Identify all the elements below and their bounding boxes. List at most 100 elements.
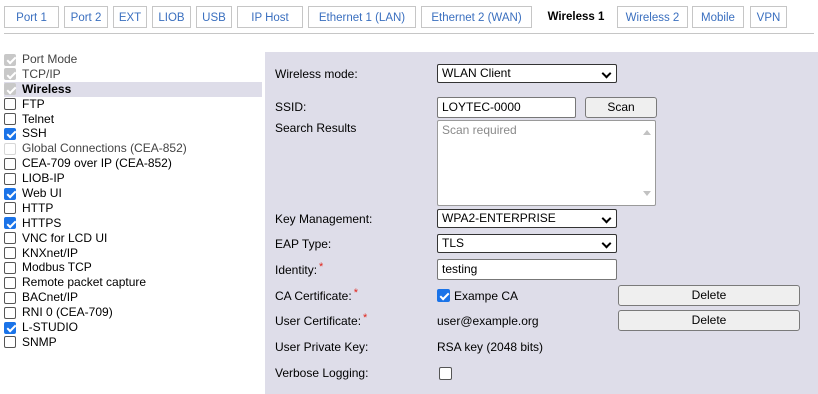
sidebar-item-snmp[interactable]: SNMP [4,335,262,350]
checkbox-cea-709-over-ip[interactable] [4,157,16,170]
required-marker: * [319,261,324,273]
sidebar-item-label: Remote packet capture [22,275,147,290]
chevron-down-icon [601,213,612,224]
sidebar-item-knxnet-ip[interactable]: KNXnet/IP [4,246,262,261]
identity-value: testing [442,262,478,276]
sidebar-item-label: RNI 0 (CEA-709) [22,305,113,320]
checkbox-port-mode[interactable] [4,53,16,66]
wireless-mode-select[interactable]: WLAN Client [437,64,617,83]
tab-ip-host[interactable]: IP Host [237,6,303,28]
identity-input[interactable]: testing [437,259,617,280]
sidebar-item-liob-ip[interactable]: LIOB-IP [4,171,262,186]
sidebar-item-label: CEA-709 over IP (CEA-852) [22,156,172,171]
user-private-key-value: RSA key (2048 bits) [437,340,544,354]
checkbox-modbus-tcp[interactable] [4,261,16,274]
sidebar-item-https[interactable]: HTTPS [4,216,262,231]
sidebar-item-cea-709-over-ip[interactable]: CEA-709 over IP (CEA-852) [4,156,262,171]
wireless-settings-panel: Wireless mode: WLAN Client SSID: LOYTEC-… [265,52,818,394]
sidebar-item-bacnet-ip[interactable]: BACnet/IP [4,290,262,305]
ssid-label: SSID: [275,100,307,114]
required-marker: * [363,312,368,324]
eap-type-value: TLS [442,236,465,250]
user-certificate-delete-button[interactable]: Delete [618,310,800,331]
sidebar-item-l-studio[interactable]: L-STUDIO [4,320,262,335]
sidebar-item-http[interactable]: HTTP [4,201,262,216]
sidebar-item-label: BACnet/IP [22,290,79,305]
sidebar-item-web-ui[interactable]: Web UI [4,186,262,201]
verbose-logging-checkbox[interactable] [439,367,452,380]
search-results-textarea[interactable]: Scan required [437,120,656,206]
user-certificate-value: user@example.org [437,314,539,328]
checkbox-vnc-for-lcd-ui[interactable] [4,232,16,245]
user-private-key-label: User Private Key: [275,340,369,354]
scrollbar[interactable] [638,121,655,205]
checkbox-web-ui[interactable] [4,187,16,200]
tab-ethernet-1-lan[interactable]: Ethernet 1 (LAN) [308,6,416,28]
wireless-mode-value: WLAN Client [442,66,511,80]
checkbox-ftp[interactable] [4,98,16,111]
sidebar-item-vnc-for-lcd-ui[interactable]: VNC for LCD UI [4,231,262,246]
sidebar-item-wireless[interactable]: Wireless [4,81,262,97]
eap-type-select[interactable]: TLS [437,234,617,253]
checkbox-global-connections[interactable] [4,142,16,155]
sidebar-item-telnet[interactable]: Telnet [4,112,262,127]
checkbox-rni-0[interactable] [4,306,16,319]
tab-ethernet-2-wan[interactable]: Ethernet 2 (WAN) [421,6,532,28]
tab-mobile[interactable]: Mobile [692,6,744,28]
key-management-label: Key Management: [275,212,373,226]
checkbox-ssh[interactable] [4,127,16,140]
sidebar-item-label: HTTPS [22,215,62,230]
sidebar-item-remote-packet-capture[interactable]: Remote packet capture [4,275,262,290]
tab-divider [4,33,814,34]
sidebar-item-label: Web UI [22,186,62,201]
ssid-value: LOYTEC-0000 [442,100,521,114]
scroll-down-icon[interactable] [643,191,651,196]
eap-type-label: EAP Type: [275,237,332,251]
sidebar-item-modbus-tcp[interactable]: Modbus TCP [4,260,262,275]
key-management-value: WPA2-ENTERPRISE [442,211,556,225]
sidebar-item-ssh[interactable]: SSH [4,126,262,141]
sidebar-item-tcp-ip[interactable]: TCP/IP [4,67,262,82]
chevron-down-icon [601,238,612,249]
checkbox-snmp[interactable] [4,336,16,349]
user-certificate-label-text: User Certificate: [275,314,362,328]
scan-button[interactable]: Scan [585,97,657,118]
tab-port-1[interactable]: Port 1 [4,6,59,28]
checkbox-wireless[interactable] [4,83,16,96]
scroll-up-icon[interactable] [643,130,651,135]
checkbox-https[interactable] [4,217,16,230]
checkbox-bacnet-ip[interactable] [4,291,16,304]
ca-certificate-checkbox[interactable] [437,289,450,302]
sidebar-item-label: HTTP [22,200,54,215]
sidebar-item-label: L-STUDIO [22,320,79,335]
tab-port-2[interactable]: Port 2 [64,6,108,28]
checkbox-tcp-ip[interactable] [4,68,16,81]
ca-certificate-label: CA Certificate: * [275,287,358,303]
sidebar-item-ftp[interactable]: FTP [4,97,262,112]
sidebar-item-rni-0[interactable]: RNI 0 (CEA-709) [4,305,262,320]
checkbox-http[interactable] [4,202,16,215]
key-management-select[interactable]: WPA2-ENTERPRISE [437,209,617,228]
sidebar-item-label: Global Connections (CEA-852) [22,141,187,156]
required-marker: * [353,287,358,299]
tab-wireless-2[interactable]: Wireless 2 [617,6,688,28]
sidebar-item-label: Port Mode [22,52,78,66]
checkbox-l-studio[interactable] [4,321,16,334]
tab-ext[interactable]: EXT [113,6,147,28]
sidebar-item-global-connections[interactable]: Global Connections (CEA-852) [4,141,262,156]
checkbox-liob-ip[interactable] [4,172,16,185]
ca-certificate-delete-button[interactable]: Delete [618,285,800,306]
tab-usb[interactable]: USB [196,6,232,28]
ca-certificate-label-text: CA Certificate: [275,289,352,303]
search-results-label: Search Results [275,121,357,135]
checkbox-telnet[interactable] [4,113,16,126]
tab-vpn[interactable]: VPN [750,6,787,28]
sidebar-item-port-mode[interactable]: Port Mode [4,52,262,67]
checkbox-remote-packet-capture[interactable] [4,276,16,289]
sidebar-item-label: TCP/IP [22,66,61,81]
tab-wireless-1[interactable]: Wireless 1 [537,6,615,34]
ssid-input[interactable]: LOYTEC-0000 [437,97,576,118]
tab-liob[interactable]: LIOB [152,6,191,28]
verbose-logging-label: Verbose Logging: [275,366,369,380]
checkbox-knxnet-ip[interactable] [4,247,16,260]
